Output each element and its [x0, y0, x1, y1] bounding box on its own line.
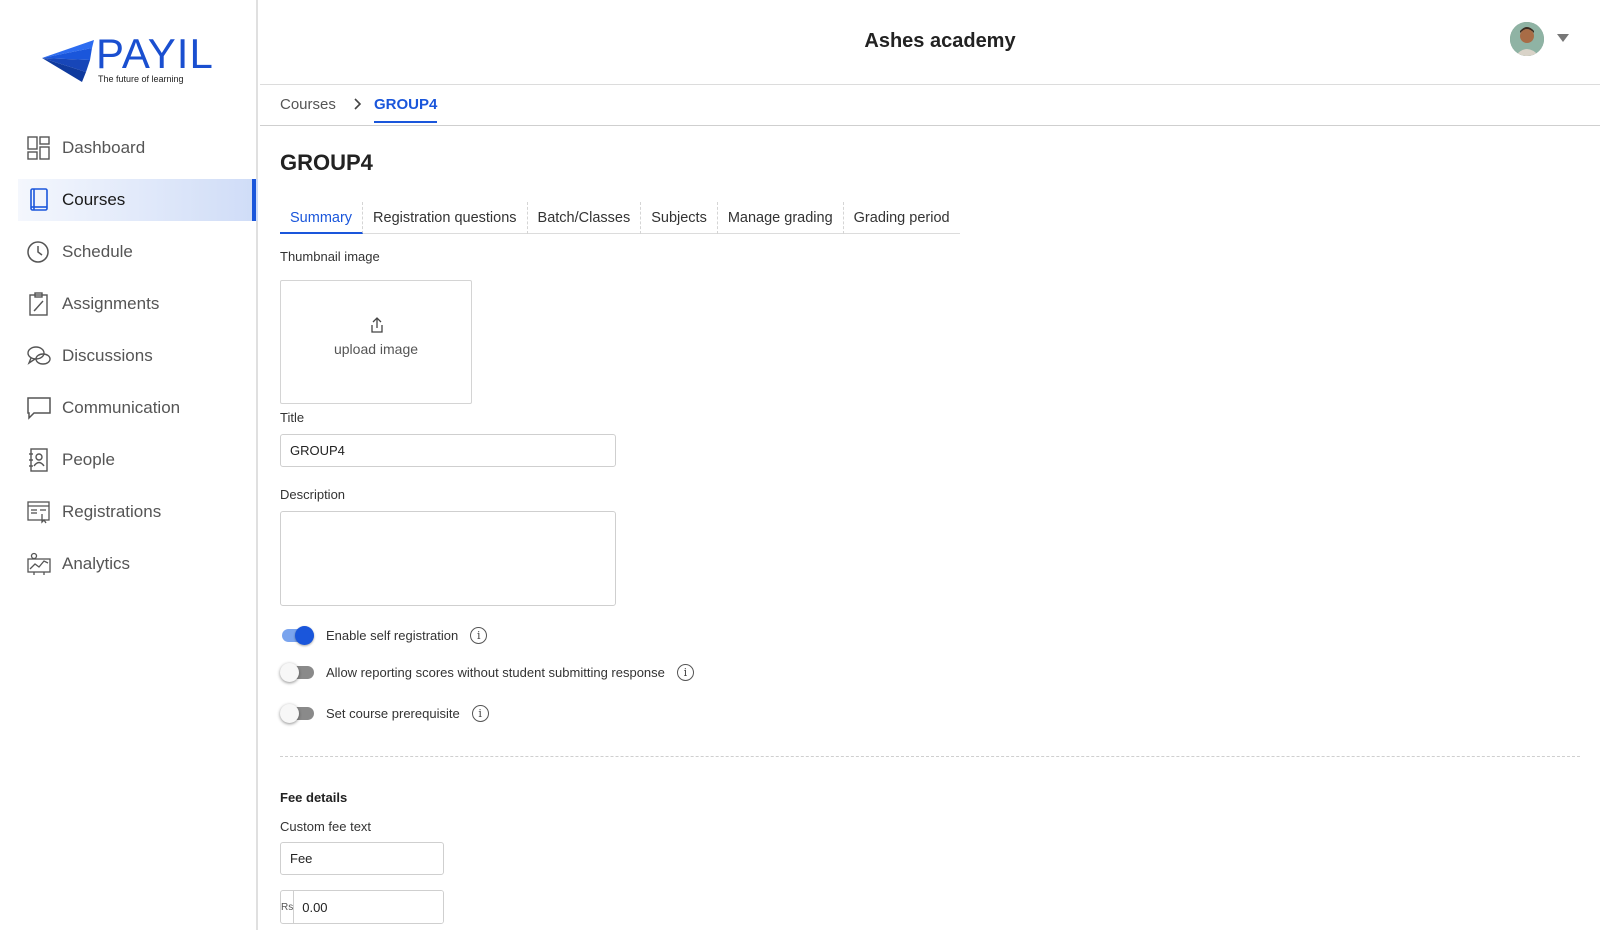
sidebar-item-registrations[interactable]: Registrations: [0, 491, 258, 533]
sidebar-item-analytics[interactable]: Analytics: [0, 543, 258, 585]
breadcrumb: Courses GROUP4: [260, 86, 1600, 126]
logo-tagline: The future of learning: [98, 74, 184, 84]
title-label: Title: [280, 410, 305, 425]
form-icon: [26, 499, 52, 525]
sidebar-item-people[interactable]: People: [0, 439, 258, 481]
payil-logo[interactable]: PAYIL The future of learning: [40, 30, 230, 88]
chevron-right-icon: [352, 94, 364, 119]
toggle-row-reporting-scores: Allow reporting scores without student s…: [280, 663, 694, 682]
logo-wordmark: PAYIL: [96, 30, 214, 77]
upload-image-text: upload image: [333, 341, 419, 357]
sidebar-item-courses[interactable]: Courses: [18, 179, 258, 221]
sidebar: PAYIL The future of learning Dashboard C…: [0, 0, 258, 930]
sidebar-item-label: Analytics: [62, 554, 131, 573]
sidebar-item-label: Assignments: [62, 294, 160, 313]
tab-subjects[interactable]: Subjects: [641, 202, 718, 234]
breadcrumb-courses-link[interactable]: Courses: [280, 96, 336, 113]
sidebar-item-schedule[interactable]: Schedule: [0, 231, 258, 273]
breadcrumb-current[interactable]: GROUP4: [374, 96, 438, 123]
section-divider: [280, 756, 1580, 757]
currency-prefix: Rs: [281, 891, 295, 923]
clock-icon: [26, 239, 52, 265]
caret-down-icon[interactable]: [1557, 34, 1569, 42]
info-icon[interactable]: i: [471, 704, 489, 722]
tab-grading-period[interactable]: Grading period: [844, 202, 960, 234]
info-icon[interactable]: i: [676, 663, 694, 681]
sidebar-item-label: Discussions: [62, 346, 153, 365]
toggle-label: Enable self registration: [326, 627, 459, 643]
fee-details-title: Fee details: [280, 790, 348, 805]
thumbnail-label: Thumbnail image: [280, 249, 380, 264]
top-header: Ashes academy: [260, 0, 1600, 85]
analytics-icon: [26, 551, 52, 577]
clipboard-icon: [26, 291, 52, 317]
contacts-icon: [26, 447, 52, 473]
fee-amount-input[interactable]: [294, 891, 443, 923]
organization-title: Ashes academy: [864, 30, 1016, 52]
tab-manage-grading[interactable]: Manage grading: [718, 202, 844, 234]
description-textarea[interactable]: [280, 511, 616, 606]
thumbnail-upload-area[interactable]: upload image: [280, 280, 472, 404]
title-input[interactable]: [280, 434, 616, 467]
sidebar-item-label: Registrations: [62, 502, 162, 521]
toggle-label: Set course prerequisite: [326, 705, 460, 721]
sidebar-item-discussions[interactable]: Discussions: [0, 335, 258, 377]
custom-fee-input[interactable]: [280, 842, 444, 875]
tab-registration-questions[interactable]: Registration questions: [363, 202, 528, 234]
logo-mark-icon: [42, 40, 94, 82]
course-prerequisite-toggle[interactable]: [280, 704, 314, 723]
course-tabs: Summary Registration questions Batch/Cla…: [280, 202, 960, 234]
self-registration-toggle[interactable]: [280, 626, 314, 645]
sidebar-item-dashboard[interactable]: Dashboard: [0, 127, 258, 169]
toggle-label: Allow reporting scores without student s…: [326, 664, 665, 680]
description-label: Description: [280, 487, 346, 502]
reporting-scores-toggle[interactable]: [280, 663, 314, 682]
sidebar-item-label: People: [62, 450, 115, 469]
page-title: GROUP4: [280, 150, 373, 175]
info-icon[interactable]: i: [470, 626, 488, 644]
sidebar-item-label: Courses: [62, 190, 126, 209]
message-icon: [26, 395, 52, 421]
upload-icon: [371, 317, 383, 333]
book-icon: [26, 187, 52, 213]
sidebar-nav: Dashboard Courses Schedule Assignments D…: [0, 127, 258, 595]
sidebar-item-label: Dashboard: [62, 138, 146, 157]
dashboard-icon: [26, 135, 52, 161]
toggle-row-self-registration: Enable self registration i: [280, 626, 488, 645]
toggle-row-course-prerequisite: Set course prerequisite i: [280, 704, 489, 723]
chat-bubbles-icon: [26, 343, 52, 369]
sidebar-item-label: Communication: [62, 398, 181, 417]
fee-amount-group: Rs: [280, 890, 444, 924]
tab-batch-classes[interactable]: Batch/Classes: [528, 202, 642, 234]
tab-summary[interactable]: Summary: [280, 202, 364, 234]
avatar-portrait-icon: [1510, 22, 1544, 56]
sidebar-item-assignments[interactable]: Assignments: [0, 283, 258, 325]
sidebar-item-label: Schedule: [62, 242, 133, 261]
sidebar-item-communication[interactable]: Communication: [0, 387, 258, 429]
user-avatar[interactable]: [1510, 22, 1544, 56]
custom-fee-label: Custom fee text: [280, 819, 372, 834]
